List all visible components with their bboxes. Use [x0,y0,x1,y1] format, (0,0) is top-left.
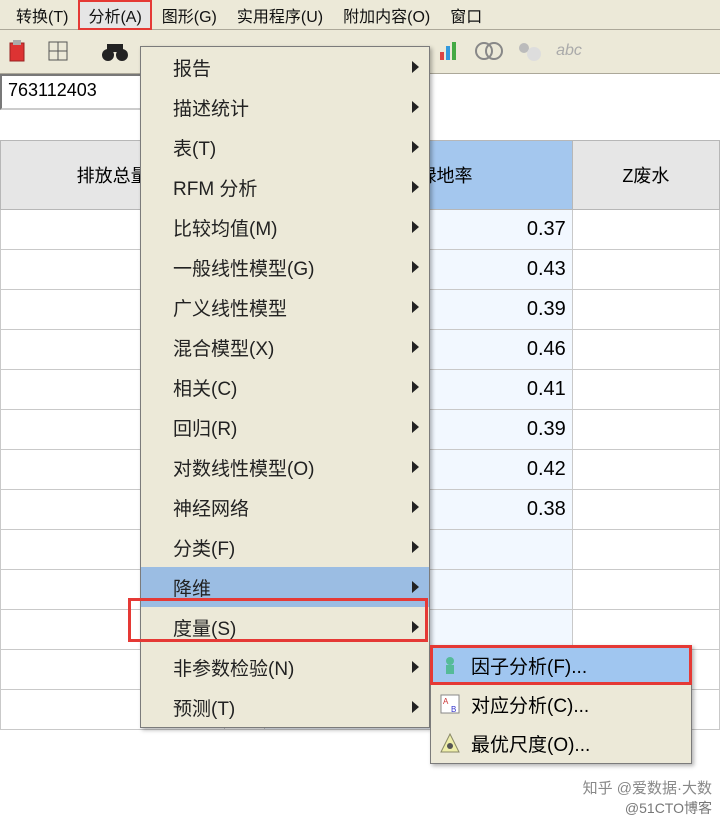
formula-bar[interactable]: 763112403 [0,74,160,110]
menu-item[interactable]: 对数线性模型(O) [141,447,429,487]
chart-icon[interactable] [434,36,464,66]
menu-item[interactable]: 分类(F) [141,527,429,567]
grid-icon[interactable] [44,37,74,67]
menu-item[interactable]: 报告 [141,47,429,87]
menu-item[interactable]: 降维 [141,567,429,607]
menu-item[interactable]: 一般线性模型(G) [141,247,429,287]
watermark-51cto: @51CTO博客 [625,798,712,818]
menu-item[interactable]: RFM 分析 [141,167,429,207]
menu-analyze[interactable]: 分析(A) [78,0,151,30]
menu-item[interactable]: 相关(C) [141,367,429,407]
menu-item[interactable]: 预测(T) [141,687,429,727]
bubble-icon[interactable] [514,36,544,66]
submenu-arrow-icon [412,61,419,73]
menu-item[interactable]: 混合模型(X) [141,327,429,367]
menu-item[interactable]: 神经网络 [141,487,429,527]
submenu-arrow-icon [412,501,419,513]
submenu-arrow-icon [412,661,419,673]
submenu-item[interactable]: 最优尺度(O)... [431,724,691,763]
menu-item[interactable]: 表(T) [141,127,429,167]
submenu-arrow-icon [412,341,419,353]
toolbar-right-icons: abc [434,36,584,66]
menu-item[interactable]: 度量(S) [141,607,429,647]
submenu-arrow-icon [412,701,419,713]
submenu-arrow-icon [412,101,419,113]
menu-addons[interactable]: 附加内容(O) [333,0,440,30]
watermark-zhihu: 知乎 @爱数据·大数 [583,777,712,798]
menu-item[interactable]: 比较均值(M) [141,207,429,247]
submenu-arrow-icon [412,581,419,593]
menu-item[interactable]: 描述统计 [141,87,429,127]
menu-transform[interactable]: 转换(T) [6,0,78,30]
menu-utilities[interactable]: 实用程序(U) [227,0,333,30]
clipboard-icon[interactable] [4,37,34,67]
submenu-item[interactable]: AB对应分析(C)... [431,685,691,724]
abc-icon[interactable]: abc [554,36,584,66]
submenu-arrow-icon [412,221,419,233]
submenu-arrow-icon [412,381,419,393]
submenu-arrow-icon [412,181,419,193]
submenu-arrow-icon [412,301,419,313]
submenu-arrow-icon [412,461,419,473]
submenu-arrow-icon [412,621,419,633]
analyze-dropdown: 报告描述统计表(T)RFM 分析比较均值(M)一般线性模型(G)广义线性模型混合… [140,46,430,728]
menu-graphs[interactable]: 图形(G) [152,0,227,30]
binoculars-icon[interactable] [100,37,130,67]
dimreduce-submenu: 因子分析(F)...AB对应分析(C)...最优尺度(O)... [430,645,692,764]
menubar: 转换(T) 分析(A) 图形(G) 实用程序(U) 附加内容(O) 窗口 [0,0,720,30]
submenu-item[interactable]: 因子分析(F)... [431,646,691,685]
submenu-arrow-icon [412,541,419,553]
menu-window[interactable]: 窗口 [440,0,492,30]
menu-item[interactable]: 非参数检验(N) [141,647,429,687]
svg-text:B: B [451,705,456,714]
menu-item[interactable]: 回归(R) [141,407,429,447]
svg-text:A: A [443,697,449,706]
submenu-arrow-icon [412,421,419,433]
col-header[interactable]: Z废水 [572,141,719,210]
submenu-arrow-icon [412,141,419,153]
overlap-icon[interactable] [474,36,504,66]
menu-item[interactable]: 广义线性模型 [141,287,429,327]
submenu-arrow-icon [412,261,419,273]
